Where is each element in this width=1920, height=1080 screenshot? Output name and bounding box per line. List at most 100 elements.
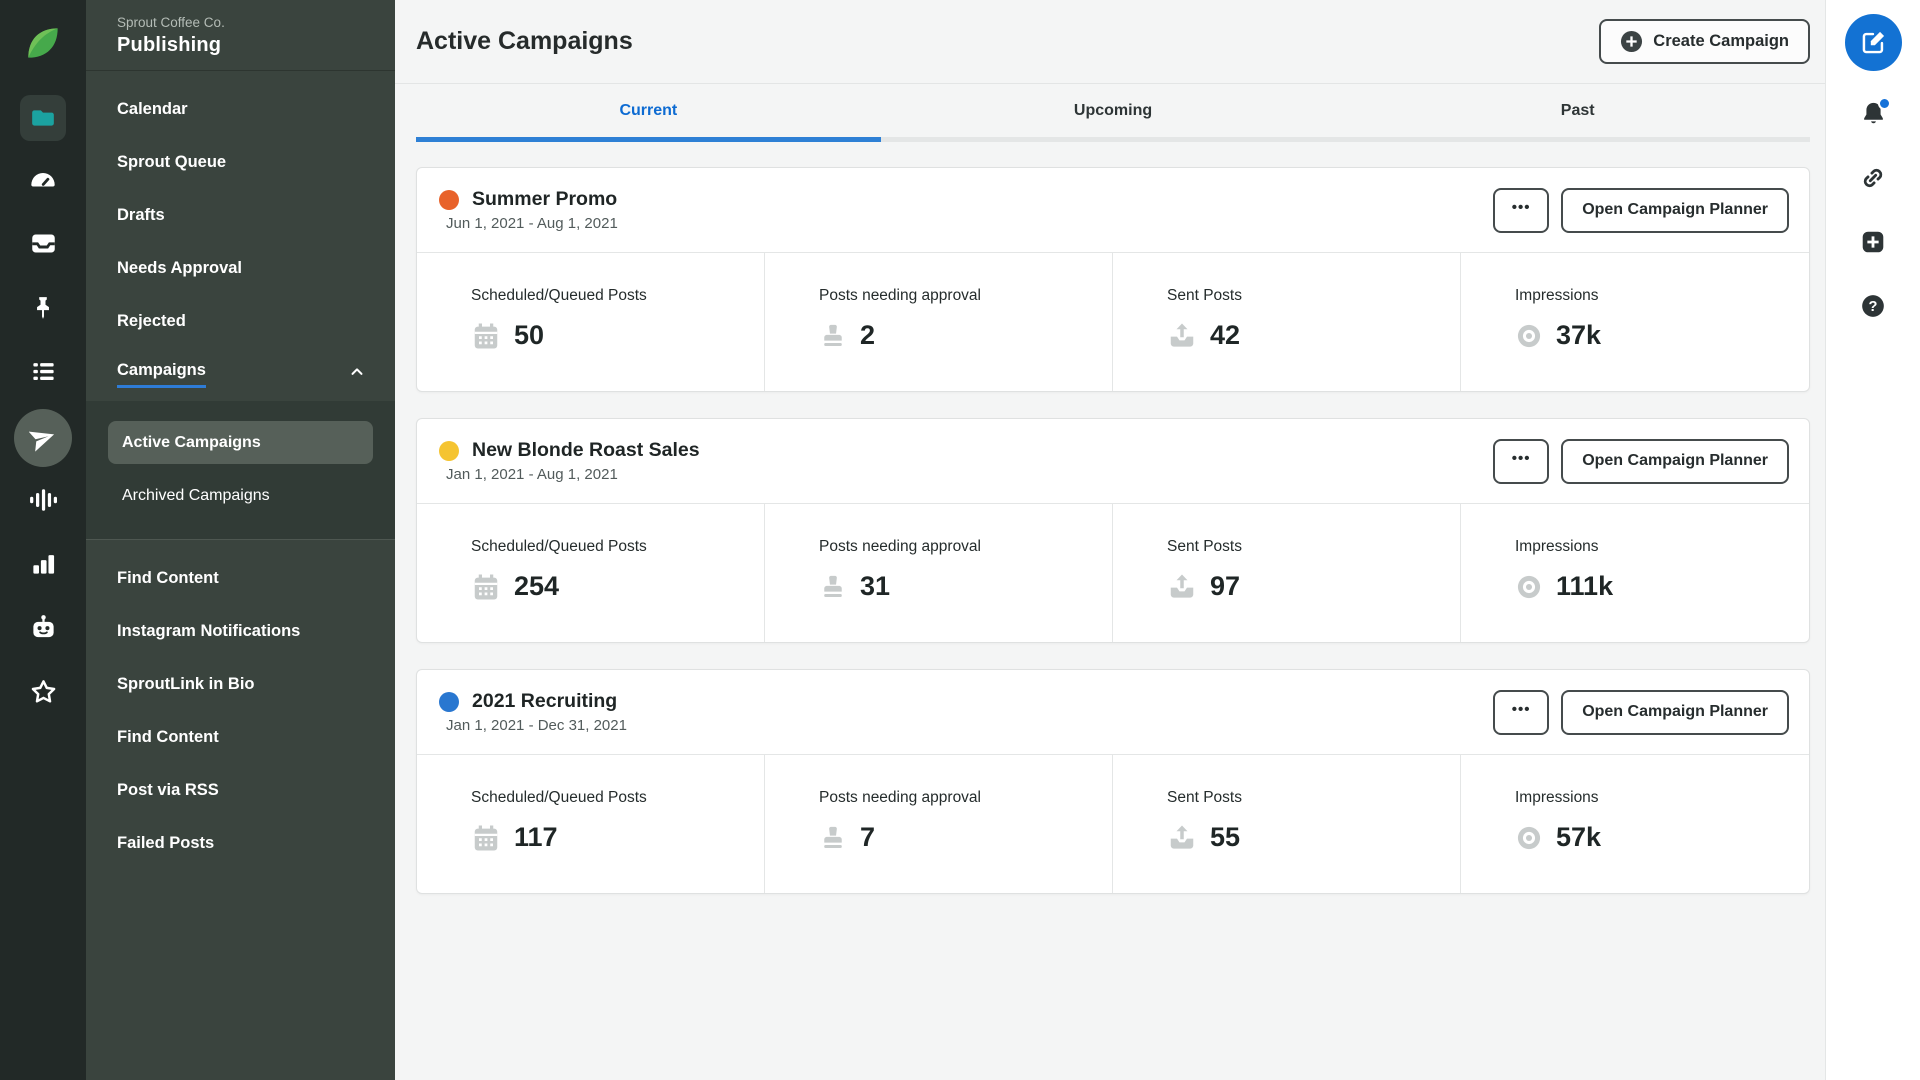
- notifications-button[interactable]: [1826, 84, 1920, 148]
- stat-sent-posts: Sent Posts 55: [1113, 755, 1461, 893]
- inbox-icon: [30, 230, 57, 262]
- link-button[interactable]: [1826, 148, 1920, 212]
- add-button[interactable]: [1826, 212, 1920, 276]
- rail-item-gauge[interactable]: [0, 150, 86, 214]
- sidebar-item-active-campaigns[interactable]: Active Campaigns: [108, 421, 373, 464]
- stat-value: 31: [860, 571, 890, 602]
- stat-value: 117: [514, 822, 558, 853]
- sidebar-item-post-via-rss[interactable]: Post via RSS: [86, 764, 395, 817]
- page-header: Active Campaigns Create Campaign: [395, 0, 1825, 84]
- tab-current[interactable]: Current: [416, 84, 881, 142]
- help-button[interactable]: ?: [1826, 276, 1920, 340]
- stat-value: 111k: [1556, 571, 1613, 602]
- calendar-icon: [471, 321, 501, 351]
- campaign-menu-button[interactable]: •••: [1493, 439, 1549, 484]
- stat-sent-posts: Sent Posts 97: [1113, 504, 1461, 642]
- campaign-date-range: Jan 1, 2021 - Aug 1, 2021: [446, 466, 700, 483]
- send-icon: [1167, 321, 1197, 351]
- sidebar-item-find-content-2[interactable]: Find Content: [86, 711, 395, 764]
- gauge-icon: [29, 166, 57, 199]
- chevron-up-icon: [348, 363, 366, 386]
- sidebar-item-instagram-notifications[interactable]: Instagram Notifications: [86, 605, 395, 658]
- stat-value: 7: [860, 822, 875, 853]
- sidebar-item-failed-posts[interactable]: Failed Posts: [86, 817, 395, 870]
- plus-circle-icon: [1620, 30, 1643, 53]
- link-icon: [1860, 165, 1886, 196]
- rail-item-reports[interactable]: [0, 534, 86, 598]
- send-icon: [1167, 823, 1197, 853]
- question-circle-icon: ?: [1860, 293, 1886, 324]
- rail-item-publishing[interactable]: [0, 406, 86, 470]
- compose-button[interactable]: [1845, 14, 1902, 71]
- campaign-color-dot: [439, 190, 459, 210]
- sidebar-header: Sprout Coffee Co. Publishing: [86, 0, 395, 71]
- campaign-list: Summer Promo Jun 1, 2021 - Aug 1, 2021 •…: [395, 142, 1825, 920]
- stat-value: 97: [1210, 571, 1240, 602]
- stat-sent-posts: Sent Posts 42: [1113, 253, 1461, 391]
- stamp-icon: [819, 823, 847, 853]
- svg-text:?: ?: [1869, 298, 1878, 314]
- app-icon-rail: [0, 0, 86, 1080]
- create-campaign-button[interactable]: Create Campaign: [1599, 19, 1810, 64]
- audio-wave-icon: [29, 487, 57, 518]
- compose-icon: [1860, 29, 1887, 56]
- sidebar-item-archived-campaigns[interactable]: Archived Campaigns: [108, 474, 373, 517]
- utility-rail: ?: [1825, 0, 1920, 1080]
- main-content: Active Campaigns Create Campaign Current…: [395, 0, 1825, 1080]
- rail-item-pin[interactable]: [0, 278, 86, 342]
- rail-item-automation[interactable]: [0, 598, 86, 662]
- stat-posts-needing-approval: Posts needing approval 7: [765, 755, 1113, 893]
- list-icon: [30, 358, 57, 390]
- stat-scheduled-queued-posts: Scheduled/Queued Posts 254: [417, 504, 765, 642]
- stat-value: 2: [860, 320, 875, 351]
- campaign-title: 2021 Recruiting: [472, 690, 617, 713]
- stat-scheduled-queued-posts: Scheduled/Queued Posts 50: [417, 253, 765, 391]
- stat-value: 37k: [1556, 320, 1601, 351]
- sidebar-item-find-content[interactable]: Find Content: [86, 552, 395, 605]
- page-title: Active Campaigns: [416, 27, 633, 56]
- rail-item-favorites[interactable]: [0, 662, 86, 726]
- open-campaign-planner-button[interactable]: Open Campaign Planner: [1561, 439, 1789, 484]
- sidebar-item-rejected[interactable]: Rejected: [86, 295, 395, 348]
- rail-item-inbox[interactable]: [0, 214, 86, 278]
- stat-posts-needing-approval: Posts needing approval 2: [765, 253, 1113, 391]
- sidebar-item-needs-approval[interactable]: Needs Approval: [86, 242, 395, 295]
- campaign-title: New Blonde Roast Sales: [472, 439, 700, 462]
- stat-posts-needing-approval: Posts needing approval 31: [765, 504, 1113, 642]
- campaign-date-range: Jan 1, 2021 - Dec 31, 2021: [446, 717, 627, 734]
- paper-plane-icon: [14, 409, 72, 467]
- sidebar-item-drafts[interactable]: Drafts: [86, 189, 395, 242]
- stamp-icon: [819, 321, 847, 351]
- campaign-color-dot: [439, 692, 459, 712]
- sidebar-item-campaigns[interactable]: Campaigns: [86, 348, 395, 401]
- sidebar-item-sprout-queue[interactable]: Sprout Queue: [86, 136, 395, 189]
- sidebar-item-calendar[interactable]: Calendar: [86, 83, 395, 136]
- account-name: Sprout Coffee Co.: [117, 15, 395, 30]
- eye-icon: [1515, 573, 1543, 601]
- stat-impressions: Impressions 37k: [1461, 253, 1809, 391]
- eye-icon: [1515, 824, 1543, 852]
- publishing-sidebar: Sprout Coffee Co. Publishing Calendar Sp…: [86, 0, 395, 1080]
- tab-upcoming[interactable]: Upcoming: [881, 84, 1346, 142]
- open-campaign-planner-button[interactable]: Open Campaign Planner: [1561, 188, 1789, 233]
- sprout-logo[interactable]: [21, 0, 65, 86]
- campaign-title: Summer Promo: [472, 188, 617, 211]
- rail-item-folder[interactable]: [0, 86, 86, 150]
- campaigns-submenu: Active Campaigns Archived Campaigns: [86, 401, 395, 539]
- stat-value: 42: [1210, 320, 1240, 351]
- open-campaign-planner-button[interactable]: Open Campaign Planner: [1561, 690, 1789, 735]
- campaign-color-dot: [439, 441, 459, 461]
- campaign-menu-button[interactable]: •••: [1493, 188, 1549, 233]
- notification-badge: [1878, 97, 1891, 110]
- rail-item-listening[interactable]: [0, 470, 86, 534]
- campaign-menu-button[interactable]: •••: [1493, 690, 1549, 735]
- tab-past[interactable]: Past: [1345, 84, 1810, 142]
- calendar-icon: [471, 572, 501, 602]
- sidebar-item-sproutlink-in-bio[interactable]: SproutLink in Bio: [86, 658, 395, 711]
- rail-item-list[interactable]: [0, 342, 86, 406]
- stamp-icon: [819, 572, 847, 602]
- stat-value: 254: [514, 571, 559, 602]
- stat-value: 50: [514, 320, 544, 351]
- stat-impressions: Impressions 111k: [1461, 504, 1809, 642]
- plus-square-icon: [1860, 229, 1886, 260]
